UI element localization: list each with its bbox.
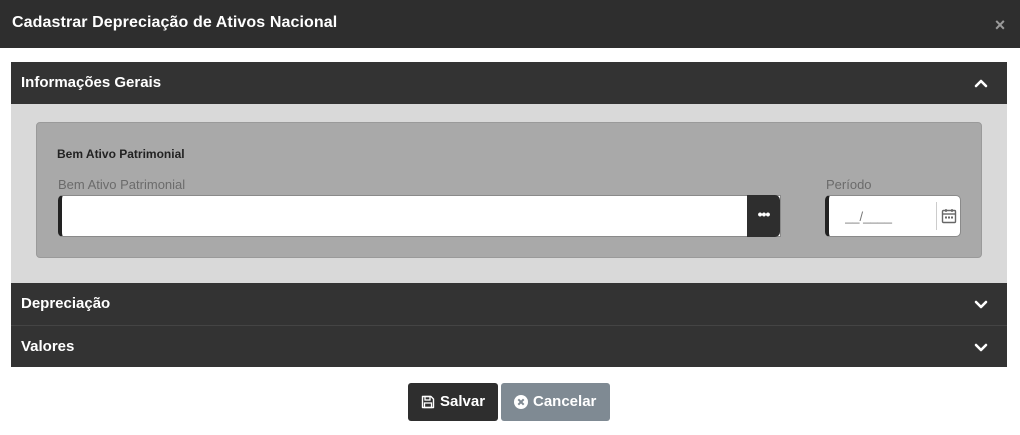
modal-footer: Salvar Cancelar (0, 383, 1020, 421)
save-label: Salvar (440, 393, 486, 410)
section-header-valores[interactable]: Valores (11, 325, 1007, 367)
section-header-informacoes-gerais[interactable]: Informações Gerais (11, 62, 1007, 104)
cancel-label: Cancelar (533, 393, 597, 410)
asset-field-label: Bem Ativo Patrimonial (58, 177, 186, 192)
section-panel-informacoes-gerais: Bem Ativo Patrimonial Bem Ativo Patrimon… (11, 104, 1007, 283)
lookup-button[interactable]: ••• (747, 195, 780, 237)
section-label: Valores (21, 338, 75, 355)
modal-header: Cadastrar Depreciação de Ativos Nacional… (0, 0, 1020, 48)
group-title: Bem Ativo Patrimonial (57, 147, 185, 161)
period-field-label: Período (826, 177, 872, 192)
section-label: Informações Gerais (21, 74, 162, 91)
chevron-up-icon[interactable] (973, 75, 989, 91)
asset-input[interactable] (58, 195, 781, 237)
close-icon[interactable]: × (992, 15, 1008, 35)
calendar-icon[interactable] (939, 206, 959, 226)
section-header-depreciacao[interactable]: Depreciação (11, 283, 1007, 325)
floppy-disk-icon (421, 395, 435, 409)
period-field (825, 195, 961, 237)
save-button[interactable]: Salvar (408, 383, 498, 421)
modal-body: Informações Gerais Bem Ativo Patrimonial… (11, 62, 1007, 367)
modal-title: Cadastrar Depreciação de Ativos Nacional (12, 14, 338, 31)
x-circle-icon (514, 395, 528, 409)
chevron-down-icon[interactable] (973, 296, 989, 312)
section-label: Depreciação (21, 295, 111, 312)
cancel-button[interactable]: Cancelar (501, 383, 610, 421)
period-input[interactable] (833, 196, 933, 236)
period-divider (936, 202, 937, 230)
chevron-down-icon[interactable] (973, 339, 989, 355)
asset-group-box: Bem Ativo Patrimonial Bem Ativo Patrimon… (36, 122, 982, 258)
